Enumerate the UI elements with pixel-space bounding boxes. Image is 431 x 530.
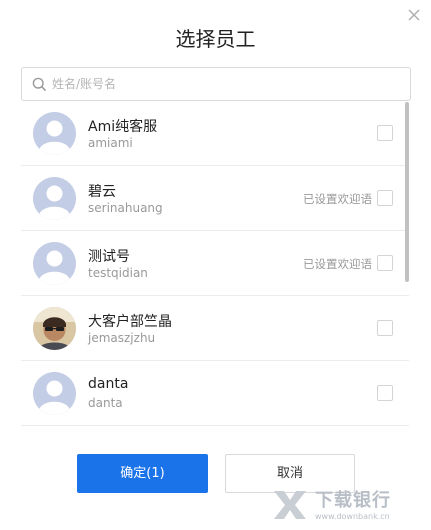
employee-account: serinahuang (88, 201, 163, 215)
employee-name: danta (88, 376, 129, 392)
employee-name: 大客户部竺晶 (88, 314, 172, 330)
employee-checkbox[interactable] (377, 125, 393, 141)
employee-row[interactable]: 测试号 testqidian 已设置欢迎语 (21, 231, 409, 296)
employee-account: amiami (88, 136, 133, 150)
search-icon (32, 77, 47, 92)
employee-row[interactable]: 碧云 serinahuang 已设置欢迎语 (21, 166, 409, 231)
employee-checkbox[interactable] (377, 320, 393, 336)
dialog-title: 选择员工 (175, 27, 256, 51)
employee-list[interactable]: Ami纯客服 amiami 碧云 serinahuang 已设置欢迎语 测试号 … (21, 101, 409, 428)
search-input[interactable] (52, 68, 402, 100)
employee-row[interactable]: Ami纯客服 amiami (21, 101, 409, 166)
employee-name: 测试号 (88, 249, 130, 265)
employee-name: Ami纯客服 (88, 119, 158, 135)
watermark-text: 下载银行 (315, 490, 391, 511)
default-avatar-icon (33, 372, 76, 415)
photo-avatar (33, 307, 76, 350)
employee-account: danta (88, 396, 123, 410)
employee-row[interactable]: 大客户部竺晶 jemaszjzhu (21, 296, 409, 361)
employee-account: testqidian (88, 266, 148, 280)
watermark-url: www.downbank.cn (315, 512, 390, 521)
search-box[interactable] (21, 67, 411, 101)
default-avatar-icon (33, 112, 76, 155)
employee-checkbox[interactable] (377, 385, 393, 401)
welcome-status-label: 已设置欢迎语 (303, 192, 372, 206)
employee-row[interactable]: danta danta (21, 361, 409, 426)
watermark: 下载银行 www.downbank.cn (270, 485, 420, 525)
employee-account: jemaszjzhu (88, 331, 156, 345)
close-icon[interactable] (405, 6, 423, 24)
select-employee-dialog: 选择员工 Ami纯客服 amiami (0, 0, 431, 530)
watermark-logo-icon (274, 491, 306, 519)
employee-name: 碧云 (88, 184, 116, 200)
employee-checkbox[interactable] (377, 190, 393, 206)
default-avatar-icon (33, 242, 76, 285)
welcome-status-label: 已设置欢迎语 (303, 257, 372, 271)
default-avatar-icon (33, 177, 76, 220)
employee-checkbox[interactable] (377, 255, 393, 271)
list-scrollbar[interactable] (405, 102, 409, 282)
confirm-button[interactable]: 确定(1) (77, 454, 208, 493)
